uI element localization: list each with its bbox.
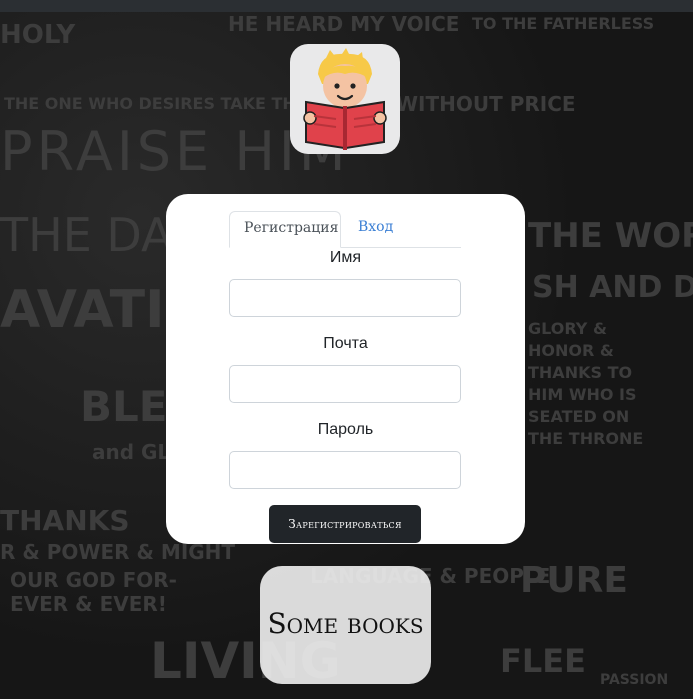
- bg-word: PASSION: [600, 672, 669, 688]
- bg-word: HOLY: [0, 20, 76, 50]
- bg-word: TO THE FATHERLESS: [472, 14, 655, 33]
- auth-tabs: Регистрация Вход: [229, 211, 461, 248]
- password-input[interactable]: [229, 451, 461, 489]
- bg-word: SH AND DW: [532, 270, 693, 305]
- browser-top-bar: [0, 0, 693, 12]
- bg-word: THE WORD: [528, 216, 693, 256]
- tab-registration[interactable]: Регистрация: [229, 211, 341, 248]
- bg-word: GLORY & HONOR & THANKS TO HIM WHO IS SEA…: [528, 319, 644, 448]
- password-label: Пароль: [317, 421, 374, 438]
- name-label: Имя: [329, 249, 362, 266]
- bg-word: HE HEARD MY VOICE: [228, 12, 460, 36]
- name-input[interactable]: [229, 279, 461, 317]
- registration-card: Регистрация Вход Имя Почта Пароль Зареги…: [166, 194, 525, 544]
- email-input[interactable]: [229, 365, 461, 403]
- email-label: Почта: [323, 335, 368, 352]
- tab-login[interactable]: Вход: [344, 211, 407, 246]
- reading-boy-icon: [303, 48, 387, 150]
- brand-badge: Some books: [260, 566, 431, 684]
- bg-word: WITHOUT PRICE: [396, 92, 576, 116]
- reading-boy-logo: [290, 44, 400, 154]
- bg-word: PURE: [520, 560, 628, 601]
- bg-word: FLEE: [500, 642, 586, 680]
- bg-word: OUR GOD FOR-EVER & EVER!: [10, 568, 177, 616]
- register-button[interactable]: Зарегистрироваться: [269, 505, 421, 543]
- bg-word: THANKS: [0, 504, 130, 537]
